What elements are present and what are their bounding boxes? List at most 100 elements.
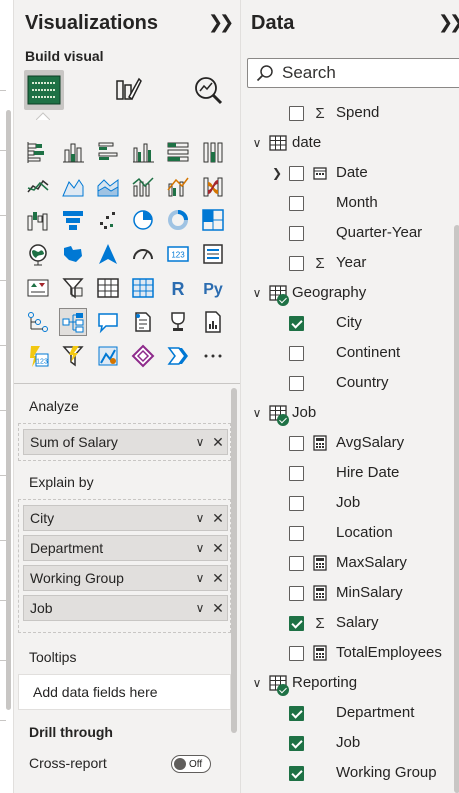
- matrix-icon[interactable]: [129, 274, 157, 302]
- power-automate-icon[interactable]: [59, 342, 87, 370]
- field-job[interactable]: Job: [241, 728, 456, 758]
- ribbon-chart-icon[interactable]: [199, 172, 227, 200]
- smart-narrative-icon[interactable]: [129, 308, 157, 336]
- field-continent[interactable]: Continent: [241, 338, 456, 368]
- field-totalemployees[interactable]: TotalEmployees: [241, 638, 456, 668]
- field-checkbox[interactable]: [289, 376, 304, 391]
- analyze-chip[interactable]: Sum of Salary ∨ ✕: [23, 429, 228, 455]
- field-maxsalary[interactable]: MaxSalary: [241, 548, 456, 578]
- explain-by-chip-job[interactable]: Job ∨ ✕: [23, 595, 228, 621]
- card-icon[interactable]: 123: [164, 240, 192, 268]
- line-and-stacked-column-chart-icon[interactable]: [129, 172, 157, 200]
- chevron-down-icon[interactable]: ∨: [191, 601, 209, 615]
- close-icon[interactable]: ✕: [209, 510, 227, 527]
- explain-by-chip-working-group[interactable]: Working Group ∨ ✕: [23, 565, 228, 591]
- donut-chart-icon[interactable]: [164, 206, 192, 234]
- chevron-down-icon[interactable]: ∨: [251, 286, 263, 300]
- close-icon[interactable]: ✕: [209, 540, 227, 557]
- format-visual-tab[interactable]: [108, 70, 148, 110]
- field-city[interactable]: City: [241, 308, 456, 338]
- field-spend[interactable]: Σ Spend: [241, 98, 456, 128]
- azure-map-icon[interactable]: [94, 240, 122, 268]
- 100-stacked-column-chart-icon[interactable]: [199, 138, 227, 166]
- field-checkbox[interactable]: [289, 556, 304, 571]
- chevron-down-icon[interactable]: ∨: [251, 136, 263, 150]
- field-location[interactable]: Location: [241, 518, 456, 548]
- field-checkbox[interactable]: [289, 646, 304, 661]
- multi-row-card-icon[interactable]: [199, 240, 227, 268]
- area-chart-icon[interactable]: [59, 172, 87, 200]
- field-salary[interactable]: Σ Salary: [241, 608, 456, 638]
- field-checkbox[interactable]: [289, 346, 304, 361]
- close-icon[interactable]: ✕: [209, 570, 227, 587]
- line-chart-icon[interactable]: [24, 172, 52, 200]
- 100-stacked-bar-chart-icon[interactable]: [164, 138, 192, 166]
- field-avgsalary[interactable]: AvgSalary: [241, 428, 456, 458]
- table-node-geography[interactable]: ∨ Geography: [241, 278, 456, 308]
- tooltips-well[interactable]: Add data fields here: [18, 674, 231, 710]
- python-visual-icon[interactable]: Py: [199, 274, 227, 302]
- paginated-report-icon[interactable]: [199, 308, 227, 336]
- field-year[interactable]: Σ Year: [241, 248, 456, 278]
- field-checkbox[interactable]: [289, 106, 304, 121]
- collapse-data-icon[interactable]: ❯❯: [438, 12, 459, 33]
- explain-by-chip-city[interactable]: City ∨ ✕: [23, 505, 228, 531]
- field-checkbox[interactable]: [289, 736, 304, 751]
- treemap-icon[interactable]: [199, 206, 227, 234]
- field-checkbox[interactable]: [289, 466, 304, 481]
- field-minsalary[interactable]: MinSalary: [241, 578, 456, 608]
- scatter-chart-icon[interactable]: [94, 206, 122, 234]
- field-quarter-year[interactable]: Quarter-Year: [241, 218, 456, 248]
- filled-map-icon[interactable]: [59, 240, 87, 268]
- data-scrollbar[interactable]: [454, 225, 459, 793]
- field-checkbox[interactable]: [289, 166, 304, 181]
- table-node-date[interactable]: ∨ date: [241, 128, 456, 158]
- goals-icon[interactable]: [164, 308, 192, 336]
- field-checkbox[interactable]: [289, 526, 304, 541]
- stacked-column-chart-icon[interactable]: [59, 138, 87, 166]
- field-checkbox[interactable]: [289, 706, 304, 721]
- clustered-bar-chart-icon[interactable]: [94, 138, 122, 166]
- map-icon[interactable]: [24, 240, 52, 268]
- cross-report-toggle[interactable]: Off: [171, 755, 211, 773]
- field-hire-date[interactable]: Hire Date: [241, 458, 456, 488]
- waterfall-chart-icon[interactable]: [24, 206, 52, 234]
- explain-by-well[interactable]: City ∨ ✕ Department ∨ ✕ Working Group ∨ …: [18, 499, 231, 633]
- chevron-down-icon[interactable]: ∨: [191, 541, 209, 555]
- clustered-column-chart-icon[interactable]: [129, 138, 157, 166]
- field-checkbox[interactable]: [289, 496, 304, 511]
- field-checkbox[interactable]: [289, 316, 304, 331]
- field-checkbox[interactable]: [289, 616, 304, 631]
- field-wells-scrollbar[interactable]: [231, 388, 237, 733]
- arcgis-map-icon[interactable]: [94, 342, 122, 370]
- chevron-down-icon[interactable]: ∨: [251, 676, 263, 690]
- diamond-visual-icon[interactable]: [129, 342, 157, 370]
- field-checkbox[interactable]: [289, 226, 304, 241]
- chevron-down-icon[interactable]: ∨: [251, 406, 263, 420]
- field-checkbox[interactable]: [289, 196, 304, 211]
- chevron-down-icon[interactable]: ∨: [191, 435, 209, 449]
- gauge-icon[interactable]: [129, 240, 157, 268]
- chevron-down-icon[interactable]: ∨: [191, 511, 209, 525]
- funnel-icon[interactable]: [59, 206, 87, 234]
- chevron-visual-icon[interactable]: [164, 342, 192, 370]
- table-icon[interactable]: [94, 274, 122, 302]
- field-checkbox[interactable]: [289, 586, 304, 601]
- analytics-tab[interactable]: [188, 70, 228, 110]
- field-job[interactable]: Job: [241, 488, 456, 518]
- table-node-job[interactable]: ∨ Job: [241, 398, 456, 428]
- chevron-down-icon[interactable]: ∨: [191, 571, 209, 585]
- more-visuals-icon[interactable]: [199, 342, 227, 370]
- field-working-group[interactable]: Working Group: [241, 758, 456, 788]
- decomposition-tree-icon[interactable]: [59, 308, 87, 336]
- field-checkbox[interactable]: [289, 436, 304, 451]
- kpi-icon[interactable]: [24, 274, 52, 302]
- pie-chart-icon[interactable]: [129, 206, 157, 234]
- chevron-right-icon[interactable]: ❯: [271, 166, 283, 180]
- field-month[interactable]: Month: [241, 188, 456, 218]
- stacked-area-chart-icon[interactable]: [94, 172, 122, 200]
- qa-icon[interactable]: [94, 308, 122, 336]
- stacked-bar-chart-icon[interactable]: [24, 138, 52, 166]
- line-and-clustered-column-chart-icon[interactable]: [164, 172, 192, 200]
- key-influencers-icon[interactable]: [24, 308, 52, 336]
